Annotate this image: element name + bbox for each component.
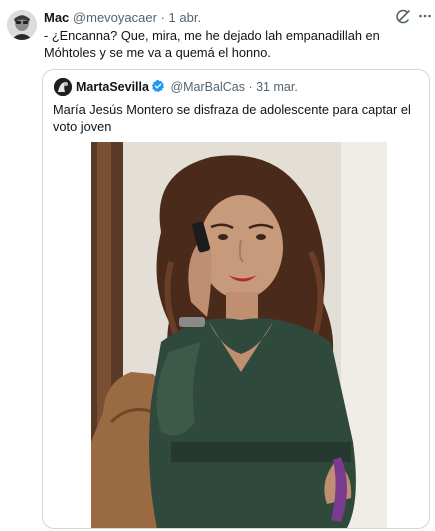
author-name[interactable]: Mac xyxy=(44,10,69,25)
author-handle[interactable]: @mevoyacaer xyxy=(73,10,157,25)
quoted-tweet-photo[interactable] xyxy=(91,142,387,528)
quoted-tweet-text: María Jesús Montero se disfraza de adole… xyxy=(53,102,411,134)
author-avatar[interactable] xyxy=(7,10,37,40)
quoted-tweet[interactable]: MartaSevilla @MarBalCas · 31 mar. María … xyxy=(42,69,430,529)
tweet-text: - ¿Encanna? Que, mira, me he dejado lah … xyxy=(44,28,380,60)
quoted-author-name[interactable]: MartaSevilla xyxy=(76,80,149,94)
more-options-icon[interactable] xyxy=(418,9,432,25)
grok-icon[interactable] xyxy=(395,9,411,25)
quoted-separator-dot: · xyxy=(248,80,253,94)
quoted-tweet-header: MartaSevilla @MarBalCas · 31 mar. xyxy=(76,79,416,97)
tweet-date[interactable]: 1 abr. xyxy=(169,10,202,25)
verified-badge-icon xyxy=(151,79,165,97)
quoted-author-handle[interactable]: @MarBalCas xyxy=(170,80,245,94)
tweet: Mac @mevoyacaer · 1 abr. - ¿Encanna? Que… xyxy=(0,0,435,531)
tweet-header: Mac @mevoyacaer · 1 abr. xyxy=(44,10,374,26)
quoted-tweet-date[interactable]: 31 mar. xyxy=(256,80,298,94)
separator-dot: · xyxy=(160,10,165,25)
quoted-author-avatar[interactable] xyxy=(54,78,72,96)
